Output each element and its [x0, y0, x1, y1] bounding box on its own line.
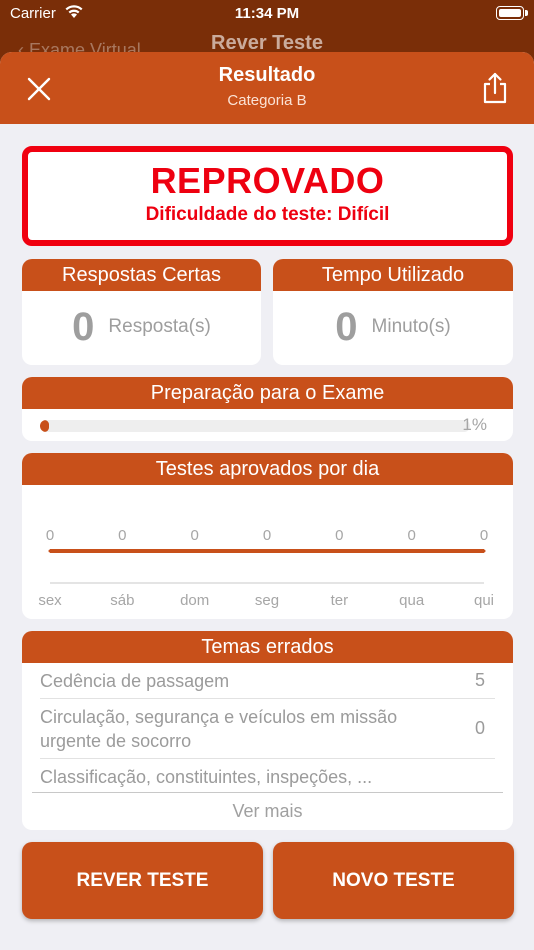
wrong-themes-title: Temas errados [22, 631, 513, 663]
result-status: REPROVADO [150, 160, 385, 201]
x-tick-label: sáb [110, 592, 134, 609]
theme-count: 5 [474, 670, 485, 690]
result-difficulty: Dificuldade do teste: Difícil [145, 204, 390, 225]
x-tick-label: dom [180, 592, 209, 609]
preparation-progress-fill [40, 420, 49, 432]
daily-chart-card: Testes aprovados por dia 0 sex 0 sáb 0 dom 0 se… [22, 453, 513, 619]
correct-answers-card: Respostas Certas 0 Resposta(s) [22, 259, 261, 365]
theme-row[interactable]: Cedência de passagem 5 [40, 663, 495, 699]
time-used-title: Tempo Utilizado [273, 259, 513, 291]
data-label: 0 [46, 527, 54, 544]
data-point [193, 549, 197, 553]
see-more-link[interactable]: Ver mais [22, 793, 513, 822]
data-point [482, 549, 486, 553]
status-bar: Carrier 11:34 PM [0, 0, 534, 30]
new-test-button[interactable]: NOVO TESTE [273, 842, 514, 919]
theme-name: Cedência de passagem [40, 670, 230, 691]
data-label: 0 [407, 527, 415, 544]
clock-label: 11:34 PM [234, 5, 300, 22]
theme-row[interactable]: Classificação, constituintes, inspeções,… [40, 759, 495, 792]
data-label: 0 [480, 527, 488, 544]
daily-chart-title: Testes aprovados por dia [22, 453, 513, 485]
share-icon[interactable] [482, 72, 508, 104]
wrong-themes-list: Cedência de passagem 5 Circulação, segur… [32, 663, 503, 793]
data-label: 0 [335, 527, 343, 544]
theme-row[interactable]: Circulação, segurança e veículos em miss… [40, 699, 495, 759]
theme-name: Classificação, constituintes, inspeções,… [40, 767, 373, 787]
data-point [265, 549, 269, 553]
time-used-unit: Minuto(s) [371, 316, 451, 337]
x-tick-label: qui [474, 592, 494, 609]
data-label: 0 [118, 527, 126, 544]
correct-answers-value: 0 [72, 304, 95, 349]
battery-tip [525, 10, 528, 16]
time-used-value: 0 [335, 304, 358, 349]
time-used-card: Tempo Utilizado 0 Minuto(s) [273, 259, 513, 365]
sheet-title: Resultado [218, 64, 316, 86]
x-tick-label: sex [38, 592, 62, 609]
x-tick-label: qua [399, 592, 425, 609]
battery-icon [496, 6, 524, 20]
data-point [410, 549, 414, 553]
wrong-themes-card: Temas errados Cedência de passagem 5 Cir… [22, 631, 513, 830]
correct-answers-unit: Resposta(s) [108, 316, 211, 337]
preparation-card: Preparação para o Exame 1% [22, 377, 513, 441]
preparation-title: Preparação para o Exame [22, 377, 513, 409]
preparation-progress-bar [40, 420, 470, 432]
preparation-percent: 1% [462, 415, 487, 434]
daily-chart: 0 sex 0 sáb 0 dom 0 seg 0 ter 0 qua 0 qui [38, 527, 494, 609]
data-label: 0 [190, 527, 198, 544]
data-point [120, 549, 124, 553]
sheet-header: Resultado Categoria B [0, 52, 534, 124]
theme-count: 0 [474, 718, 485, 738]
x-tick-label: ter [331, 592, 349, 609]
result-sheet: Resultado Categoria B REPROVADO Dificuld… [0, 52, 534, 950]
sheet-subtitle: Categoria B [227, 92, 307, 109]
theme-name: Circulação, segurança e veículos em miss… [40, 706, 398, 751]
data-point [337, 549, 341, 553]
x-tick-label: seg [255, 592, 279, 609]
result-banner: REPROVADO Dificuldade do teste: Difícil [22, 146, 513, 246]
review-test-button[interactable]: REVER TESTE [22, 842, 263, 919]
correct-answers-title: Respostas Certas [22, 259, 261, 291]
data-point [48, 549, 52, 553]
data-label: 0 [263, 527, 271, 544]
